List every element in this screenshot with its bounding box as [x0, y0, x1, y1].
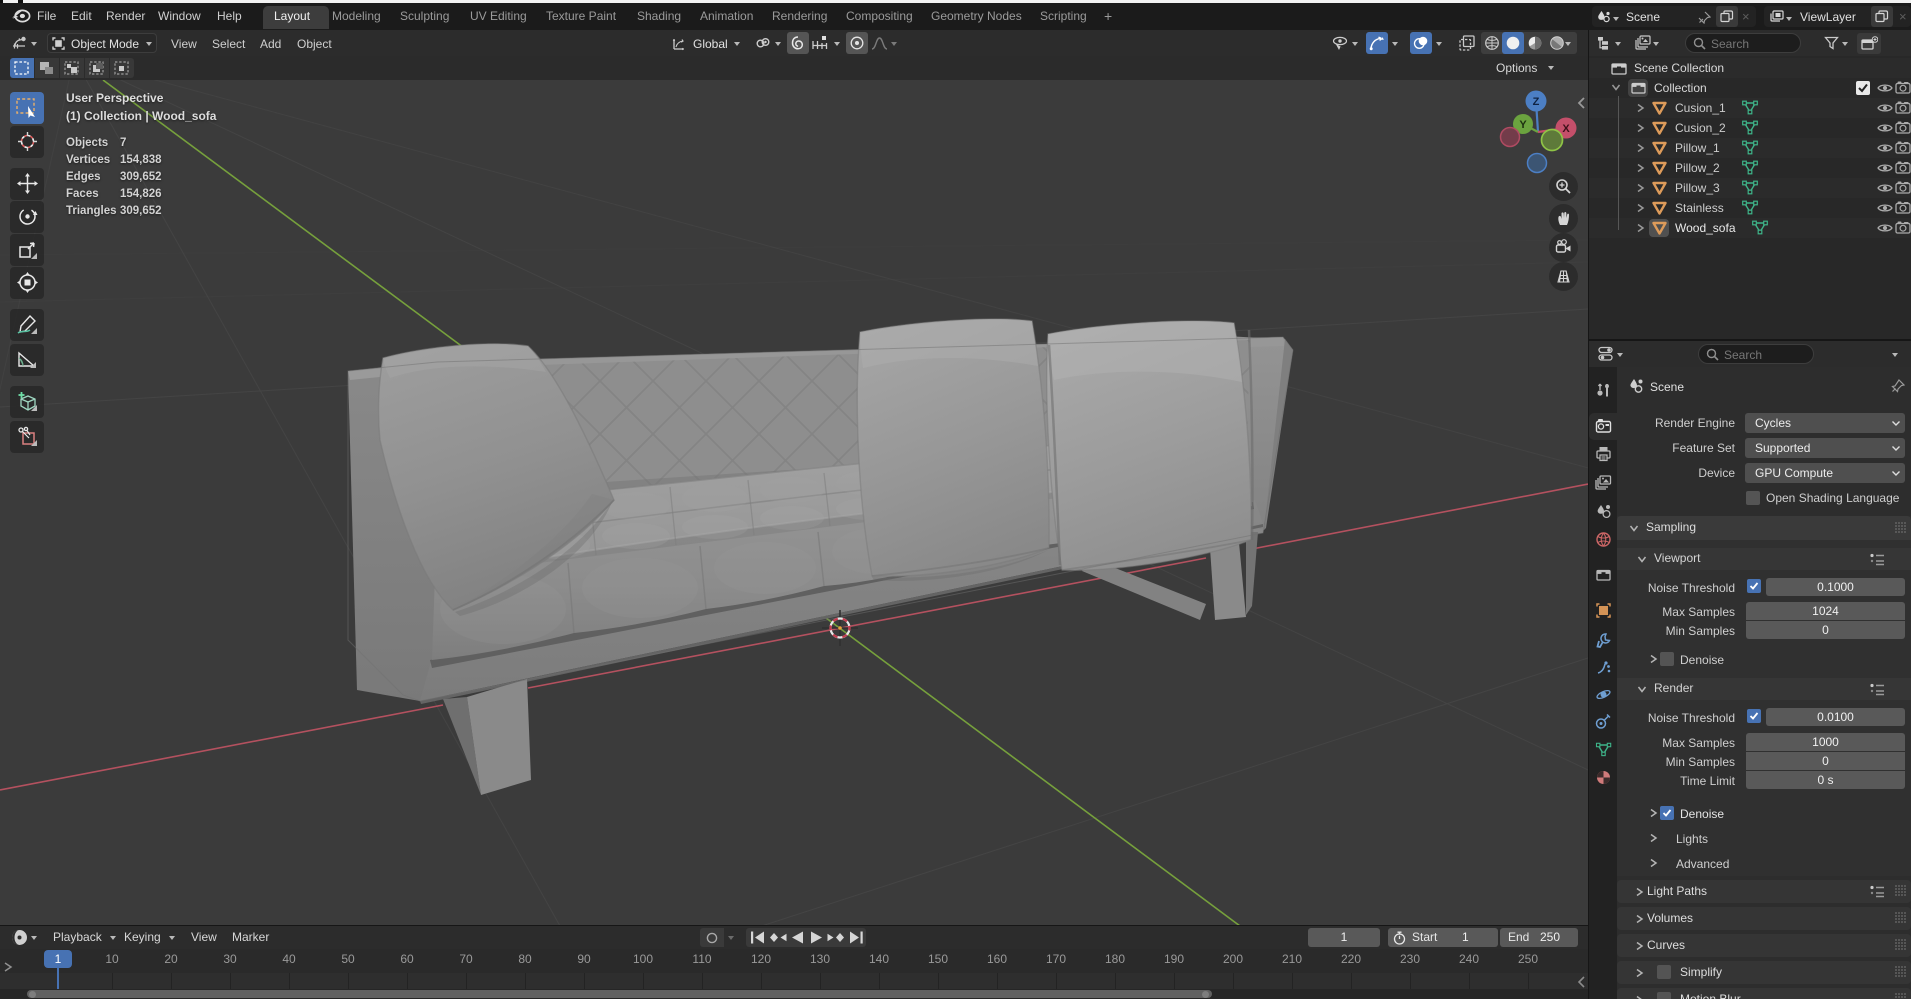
svg-text:Z: Z	[1533, 96, 1540, 108]
svg-text:Y: Y	[1519, 119, 1527, 131]
svg-text:X: X	[1562, 123, 1570, 135]
